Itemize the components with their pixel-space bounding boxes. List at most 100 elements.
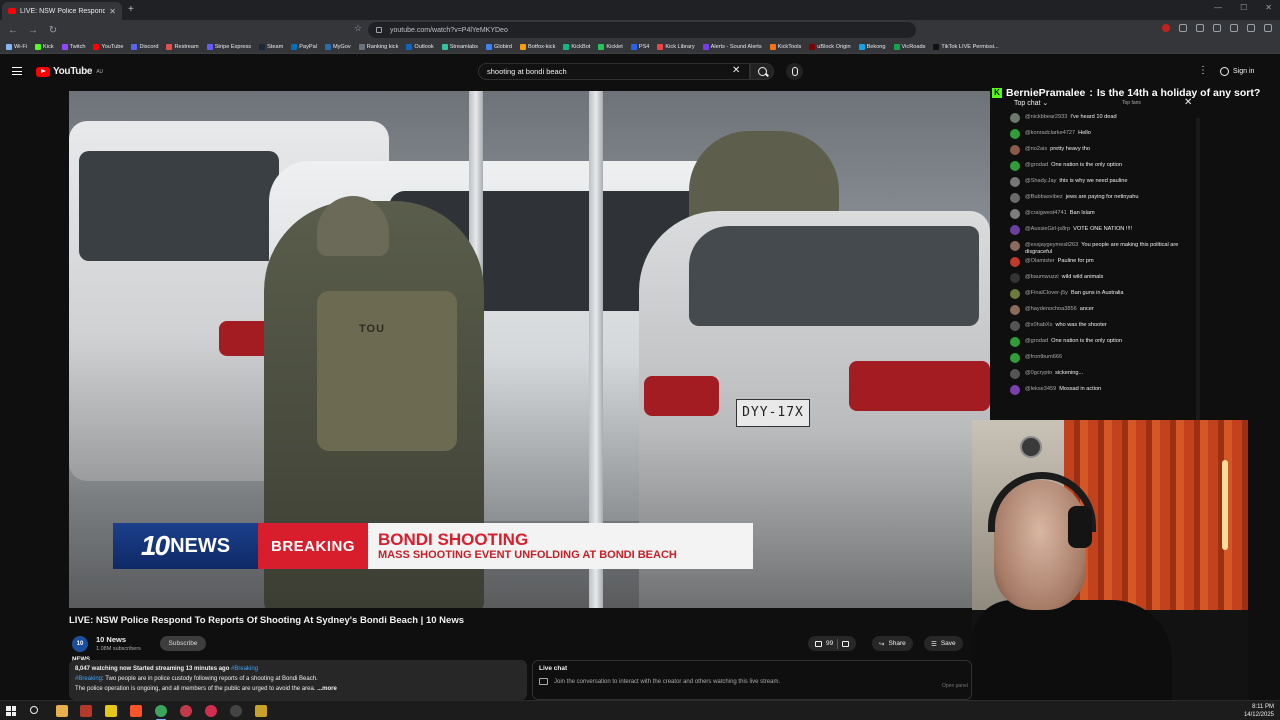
bookmark-item[interactable]: TikTok LIVE Permissi... bbox=[933, 43, 999, 50]
bookmark-item[interactable]: Kick Library bbox=[657, 43, 695, 50]
address-bar[interactable]: youtube.com/watch?v=P4lYeMKYDeo bbox=[368, 22, 916, 38]
chat-avatar[interactable] bbox=[1010, 305, 1020, 315]
bookmark-item[interactable]: KickBot bbox=[563, 43, 590, 50]
channel-name[interactable]: 10 News bbox=[96, 635, 126, 644]
chat-mode-dropdown[interactable]: Top chat ⌄ bbox=[1014, 99, 1048, 107]
maximize-icon[interactable]: ☐ bbox=[1240, 3, 1247, 12]
bookmark-item[interactable]: Kick bbox=[35, 43, 54, 50]
app-icon[interactable] bbox=[205, 705, 217, 717]
chat-avatar[interactable] bbox=[1010, 241, 1020, 251]
bookmark-item[interactable]: Wi-Fi bbox=[6, 43, 27, 50]
search-input[interactable]: shooting at bondi beach bbox=[478, 63, 750, 80]
bookmark-item[interactable]: Botfox-kick bbox=[520, 43, 555, 50]
bookmark-item[interactable]: Kicklet bbox=[598, 43, 623, 50]
brave-browser-icon[interactable] bbox=[130, 705, 142, 717]
back-icon[interactable]: ← bbox=[6, 25, 20, 36]
bookmark-item[interactable]: Twitch bbox=[61, 43, 85, 50]
chat-avatar[interactable] bbox=[1010, 209, 1020, 219]
chat-username[interactable]: @no2ais bbox=[1025, 146, 1047, 152]
chrome-icon[interactable] bbox=[155, 705, 167, 717]
bookmark-item[interactable]: PayPal bbox=[291, 43, 317, 50]
chat-avatar[interactable] bbox=[1010, 145, 1020, 155]
forward-icon[interactable]: → bbox=[26, 25, 40, 36]
obs-icon[interactable] bbox=[230, 705, 242, 717]
bookmark-item[interactable]: Outlook bbox=[406, 43, 434, 50]
chat-avatar[interactable] bbox=[1010, 369, 1020, 379]
share-button[interactable]: ↪ Share bbox=[872, 636, 913, 651]
minimize-icon[interactable]: — bbox=[1214, 3, 1222, 12]
chat-username[interactable]: @x0habXx bbox=[1025, 322, 1052, 328]
chat-username[interactable]: @baumwuzzi bbox=[1025, 274, 1059, 280]
chat-avatar[interactable] bbox=[1010, 129, 1020, 139]
bookmark-item[interactable]: Streamlabs bbox=[441, 43, 478, 50]
bookmark-item[interactable]: Ranking kick bbox=[358, 43, 398, 50]
menu-icon[interactable] bbox=[1264, 24, 1272, 32]
like-icon[interactable] bbox=[815, 640, 822, 647]
chat-username[interactable]: @FinalClover-j5y bbox=[1025, 290, 1068, 296]
guide-menu-icon[interactable] bbox=[12, 67, 22, 75]
chat-avatar[interactable] bbox=[1010, 273, 1020, 283]
bookmark-item[interactable]: Alerts - Sound Alerts bbox=[702, 43, 762, 50]
chat-username[interactable]: @frontbum666 bbox=[1025, 354, 1062, 360]
bookmark-item[interactable]: Stripe Express bbox=[206, 43, 251, 50]
chat-avatar[interactable] bbox=[1010, 321, 1020, 331]
bookmark-icon[interactable]: ☆ bbox=[354, 23, 362, 34]
save-button[interactable]: ☰ Save bbox=[924, 636, 963, 651]
chat-avatar[interactable] bbox=[1010, 225, 1020, 235]
like-count[interactable]: 99 bbox=[826, 640, 833, 647]
chat-avatar[interactable] bbox=[1010, 177, 1020, 187]
media-icon[interactable] bbox=[1196, 24, 1204, 32]
app-icon[interactable] bbox=[180, 705, 192, 717]
new-tab-icon[interactable]: + bbox=[128, 4, 134, 15]
site-info-icon[interactable] bbox=[376, 27, 382, 33]
tab-close-icon[interactable]: ✕ bbox=[109, 7, 116, 16]
description-box[interactable]: 8,047 watching now Started streaming 13 … bbox=[69, 660, 527, 700]
youtube-logo[interactable]: YouTube AU bbox=[36, 66, 103, 77]
start-icon[interactable] bbox=[6, 706, 16, 716]
sidebar-icon[interactable] bbox=[1213, 24, 1221, 32]
bookmark-item[interactable]: YouTube bbox=[93, 43, 123, 50]
chat-scrollbar[interactable] bbox=[1196, 118, 1200, 420]
chat-username[interactable]: @grodad bbox=[1025, 162, 1048, 168]
window-close-icon[interactable]: ✕ bbox=[1265, 3, 1272, 12]
chat-username[interactable]: @konradclarke4727 bbox=[1025, 130, 1075, 136]
bookmark-item[interactable]: VicRoads bbox=[893, 43, 925, 50]
sign-in-button[interactable]: Sign in bbox=[1214, 63, 1260, 79]
chat-username[interactable]: @grodad bbox=[1025, 338, 1048, 344]
search-button[interactable] bbox=[750, 63, 774, 80]
chat-username[interactable]: @Olamister bbox=[1025, 258, 1055, 264]
show-more-link[interactable]: ...more bbox=[317, 686, 337, 692]
channel-avatar[interactable]: 10 NEWS bbox=[72, 636, 90, 663]
bookmark-item[interactable]: Restream bbox=[166, 43, 199, 50]
wallet-icon[interactable] bbox=[1247, 24, 1255, 32]
chat-username[interactable]: @lekse3459 bbox=[1025, 386, 1056, 392]
brave-shield-icon[interactable] bbox=[1162, 24, 1170, 32]
subscribe-button[interactable]: Subscribe bbox=[160, 636, 206, 651]
chat-username[interactable]: @craigwest4741 bbox=[1025, 210, 1067, 216]
chat-username[interactable]: @Bubbasvibez bbox=[1025, 194, 1063, 200]
browser-tab-active[interactable]: LIVE: NSW Police Respond To ✕ bbox=[2, 2, 122, 20]
bookmark-item[interactable]: Steam bbox=[259, 43, 283, 50]
chat-username[interactable]: @0gcrypto bbox=[1025, 370, 1052, 376]
hashtag-link[interactable]: #Breaking bbox=[75, 676, 102, 682]
bookmark-item[interactable]: Bekong bbox=[858, 43, 886, 50]
system-clock[interactable]: 8:11 PM 14/12/2025 bbox=[1244, 703, 1274, 719]
file-explorer-icon[interactable] bbox=[56, 705, 68, 717]
bookmark-item[interactable]: Globird bbox=[485, 43, 512, 50]
chat-avatar[interactable] bbox=[1010, 385, 1020, 395]
chat-avatar[interactable] bbox=[1010, 193, 1020, 203]
bookmark-item[interactable]: PS4 bbox=[630, 43, 649, 50]
chat-username[interactable]: @essjaygeymeslt263 bbox=[1025, 242, 1078, 248]
video-player[interactable]: DYY-17X TOU 10 NEWS BREAKING BONDI SHOOT… bbox=[69, 91, 990, 608]
chat-avatar[interactable] bbox=[1010, 289, 1020, 299]
bookmark-item[interactable]: uBlock Origin bbox=[809, 43, 851, 50]
chat-avatar[interactable] bbox=[1010, 353, 1020, 363]
chat-close-icon[interactable]: ✕ bbox=[1184, 97, 1192, 108]
app-icon[interactable] bbox=[80, 705, 92, 717]
chat-username[interactable]: @nickbbear2933 bbox=[1025, 114, 1067, 120]
app-icon[interactable] bbox=[105, 705, 117, 717]
taskbar-search-icon[interactable] bbox=[30, 706, 38, 714]
chat-username[interactable]: @Shady.Jay bbox=[1025, 178, 1056, 184]
extension-icon[interactable] bbox=[1179, 24, 1187, 32]
dislike-icon[interactable] bbox=[842, 640, 850, 647]
